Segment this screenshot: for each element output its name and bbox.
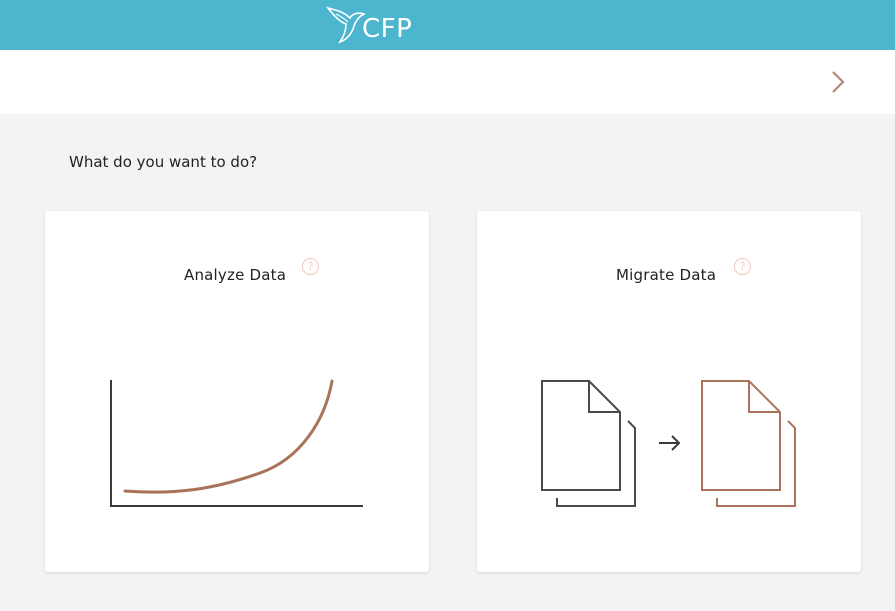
navigation-bar <box>0 50 895 114</box>
logo-text: CFP <box>362 14 413 44</box>
chart-axes <box>110 380 363 507</box>
migrate-illustration <box>541 380 796 507</box>
analyze-data-card[interactable]: Analyze Data ? <box>45 211 429 572</box>
growth-chart-illustration <box>110 379 363 507</box>
arrow-right-icon <box>659 435 681 451</box>
source-document-icon <box>541 380 636 507</box>
growth-curve <box>123 379 334 494</box>
app-logo[interactable]: CFP <box>326 2 412 46</box>
page-prompt: What do you want to do? <box>69 153 258 171</box>
top-bar: CFP <box>0 0 895 50</box>
migrate-data-card[interactable]: Migrate Data ? <box>477 211 861 572</box>
target-document-icon <box>701 380 796 507</box>
chevron-right-icon[interactable] <box>829 68 847 96</box>
